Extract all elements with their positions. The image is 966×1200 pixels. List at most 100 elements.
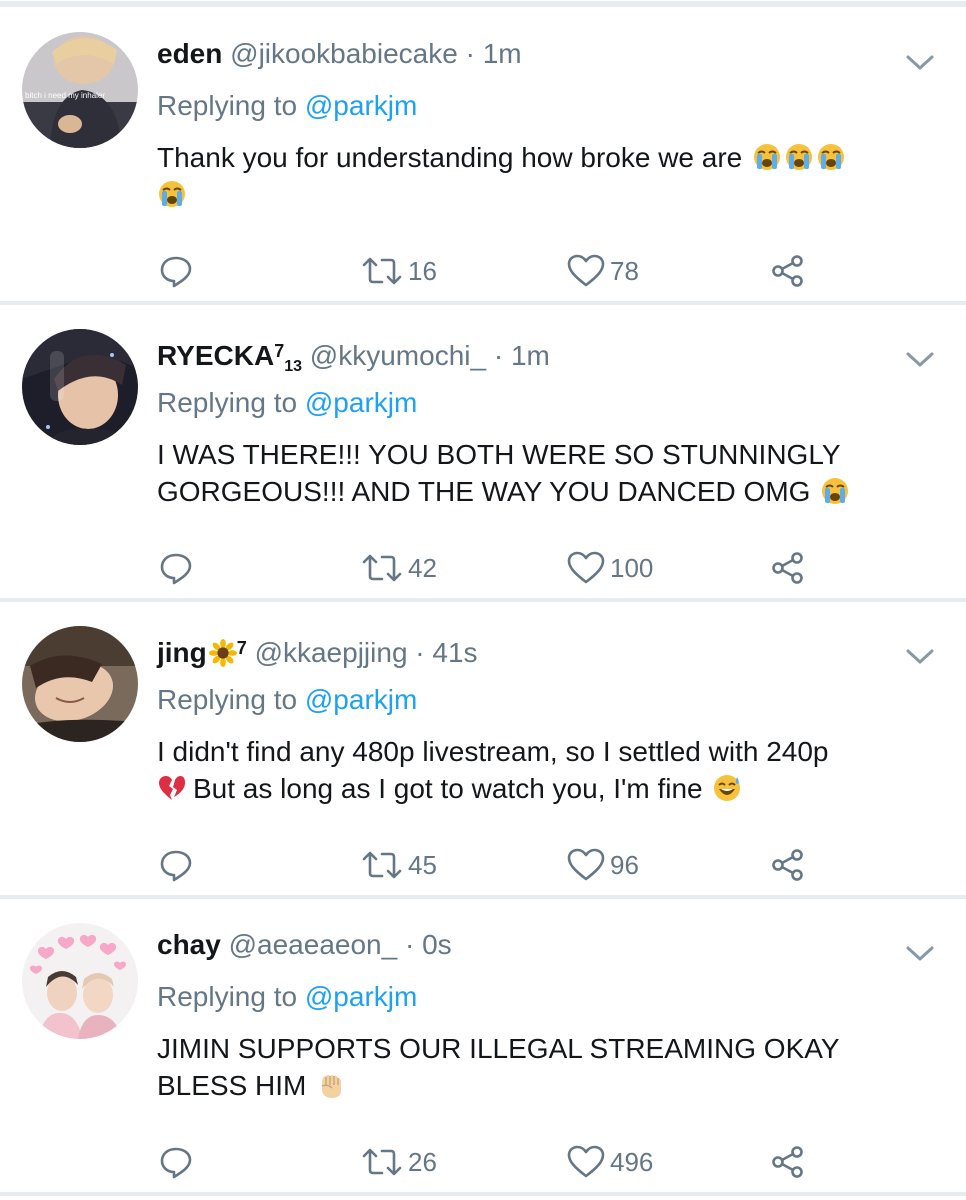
heart-icon [567, 254, 605, 287]
share-button[interactable] [770, 845, 806, 885]
mention-link[interactable]: @parkjm [305, 684, 417, 715]
share-icon [772, 1146, 803, 1178]
heart-icon [567, 848, 605, 881]
avatar-caption: bitch i need my inhaler [25, 91, 105, 100]
mention-link[interactable]: @parkjm [305, 981, 417, 1012]
like-button[interactable]: 78 [566, 251, 639, 291]
replying-label: Replying to [157, 387, 298, 418]
retweet-count: 42 [408, 552, 437, 583]
display-name[interactable]: chay [157, 929, 221, 960]
tweet-header: chay @aeaeaeon_ · 0s [157, 927, 452, 963]
name-superscript: 7 [274, 341, 285, 361]
heart-icon [567, 551, 605, 584]
sunflower-icon [208, 639, 237, 667]
display-name[interactable]: jing 7 [157, 637, 247, 668]
tweet-actions: 26 496 [0, 1142, 966, 1182]
retweet-count: 45 [408, 849, 437, 880]
separator-dot: · [415, 637, 425, 668]
tweet-text: Thank you for understanding how broke we… [157, 139, 937, 213]
timestamp[interactable]: 0s [422, 929, 452, 960]
reply-button[interactable] [158, 845, 194, 885]
tweet-body: I WAS THERE!!! YOU BOTH WERE SO STUNNING… [157, 439, 840, 507]
tweet[interactable]: jing 7 @kkaepjjing · 41s Replying to @par… [0, 602, 966, 899]
loudly-crying-face-icon [818, 144, 845, 170]
user-handle[interactable]: @jikookbabiecake [230, 38, 458, 69]
chevron-down-icon[interactable] [904, 50, 936, 74]
tweet-text: I didn't find any 480p livestream, so I … [157, 733, 937, 807]
share-button[interactable] [770, 548, 806, 588]
reply-button[interactable] [158, 1142, 194, 1182]
user-handle[interactable]: @aeaeaeon_ [229, 929, 398, 960]
replying-to: Replying to @parkjm [157, 385, 417, 421]
loudly-crying-face-icon [786, 144, 813, 170]
tweet-body-line-1: I didn't find any 480p livestream, so I … [157, 736, 829, 767]
timestamp[interactable]: 1m [511, 340, 550, 371]
chevron-down-icon[interactable] [904, 644, 936, 668]
loudly-crying-face-icon [754, 144, 781, 170]
replying-label: Replying to [157, 981, 298, 1012]
display-name-text: jing [157, 637, 207, 668]
chevron-down-icon[interactable] [904, 347, 936, 371]
retweet-button[interactable]: 16 [360, 251, 437, 291]
share-button[interactable] [770, 251, 806, 291]
tweet-body-line-2: But as long as I got to watch you, I'm f… [193, 773, 703, 804]
retweet-icon [362, 554, 402, 582]
separator-dot: · [404, 929, 415, 960]
reply-icon [160, 256, 192, 288]
tweet[interactable]: bitch i need my inhaler eden @jikookbabi… [0, 8, 966, 305]
timestamp[interactable]: 41s [432, 637, 477, 668]
avatar[interactable] [22, 626, 138, 742]
mention-link[interactable]: @parkjm [305, 90, 417, 121]
tweet-text: I WAS THERE!!! YOU BOTH WERE SO STUNNING… [157, 436, 877, 510]
tweet-header: RYECKA713 @kkyumochi_ · 1m [157, 333, 550, 385]
like-count: 78 [610, 255, 639, 286]
like-button[interactable]: 96 [566, 845, 639, 885]
retweet-button[interactable]: 42 [360, 548, 437, 588]
loudly-crying-face-icon [822, 478, 849, 504]
mention-link[interactable]: @parkjm [305, 387, 417, 418]
replying-label: Replying to [157, 90, 298, 121]
tweet-header: jing 7 @kkaepjjing · 41s [157, 630, 478, 671]
avatar[interactable]: bitch i need my inhaler [22, 32, 138, 148]
share-icon [772, 255, 803, 287]
tweet-actions: 45 96 [0, 845, 966, 885]
timestamp[interactable]: 1m [483, 38, 522, 69]
tweet[interactable]: RYECKA713 @kkyumochi_ · 1m Replying to @… [0, 305, 966, 602]
reply-feed: bitch i need my inhaler eden @jikookbabi… [0, 8, 966, 1196]
reply-button[interactable] [158, 251, 194, 291]
retweet-button[interactable]: 45 [360, 845, 437, 885]
replying-to: Replying to @parkjm [157, 979, 417, 1015]
tweet[interactable]: chay @aeaeaeon_ · 0s Replying to @parkjm… [0, 899, 966, 1196]
chevron-down-icon[interactable] [904, 941, 936, 965]
share-button[interactable] [770, 1142, 806, 1182]
avatar[interactable] [22, 923, 138, 1039]
display-name[interactable]: eden [157, 38, 222, 69]
top-divider [0, 0, 966, 7]
reply-icon [160, 1147, 192, 1179]
retweet-icon [362, 851, 402, 879]
tweet-actions: 16 78 [0, 251, 966, 291]
reply-icon [160, 850, 192, 882]
replying-to: Replying to @parkjm [157, 682, 417, 718]
raised-fist-icon [321, 1075, 342, 1098]
display-name[interactable]: RYECKA713 [157, 340, 302, 375]
reply-button[interactable] [158, 548, 194, 588]
tweet-text: JIMIN SUPPORTS OUR ILLEGAL STREAMING OKA… [157, 1030, 897, 1104]
avatar[interactable] [22, 329, 138, 445]
like-count: 96 [610, 849, 639, 880]
user-handle[interactable]: @kkyumochi_ [310, 340, 486, 371]
replying-to: Replying to @parkjm [157, 88, 417, 124]
tweet-header: eden @jikookbabiecake · 1m [157, 36, 522, 72]
user-handle[interactable]: @kkaepjjing [255, 637, 408, 668]
share-icon [772, 849, 803, 881]
retweet-icon [362, 257, 402, 285]
tweet-body: JIMIN SUPPORTS OUR ILLEGAL STREAMING OKA… [157, 1033, 840, 1101]
grinning-sweat-face-icon [714, 775, 741, 801]
share-icon [772, 552, 803, 584]
tweet-actions: 42 100 [0, 548, 966, 588]
reply-icon [160, 553, 192, 585]
name-superscript: 7 [236, 638, 247, 658]
like-button[interactable]: 100 [566, 548, 653, 588]
like-button[interactable]: 496 [566, 1142, 653, 1182]
retweet-button[interactable]: 26 [360, 1142, 437, 1182]
